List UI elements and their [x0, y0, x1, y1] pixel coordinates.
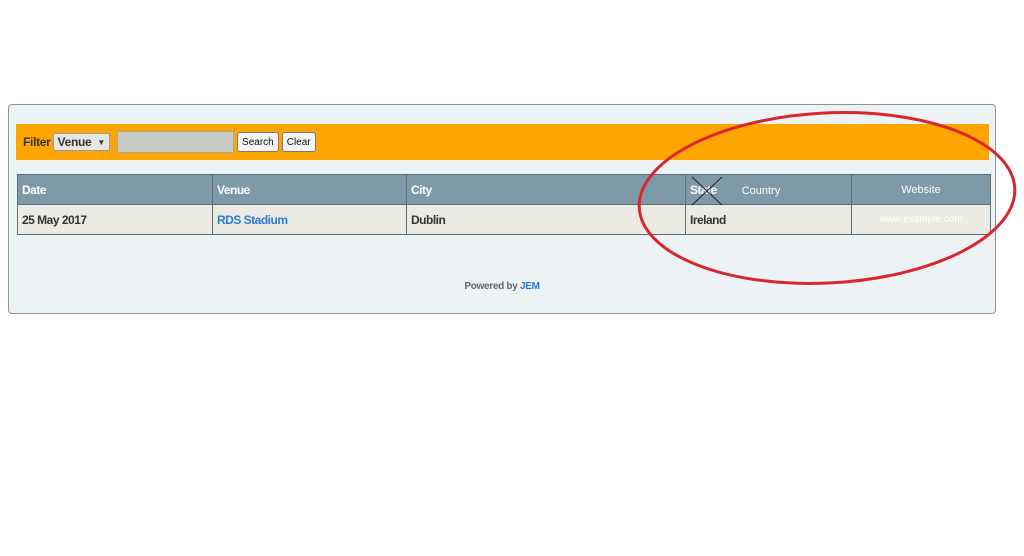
events-panel: Filter Venue ▼ Search Clear Date Venue C… [8, 104, 996, 314]
powered-by-text: Powered by [464, 281, 518, 292]
column-header-venue[interactable]: Venue [212, 174, 407, 205]
events-table: Date Venue City State Country Website 25… [17, 174, 991, 235]
filter-type-select-value: Venue [57, 135, 92, 149]
cell-website: www.example.com [851, 204, 991, 235]
filter-search-input[interactable] [117, 131, 235, 153]
cell-venue: RDS Stadium [212, 204, 407, 235]
column-header-date[interactable]: Date [17, 174, 213, 205]
state-header-wrap: State [690, 176, 723, 205]
country-annotation-label: Country [741, 184, 781, 197]
column-header-state[interactable]: State Country [685, 174, 852, 205]
venue-link[interactable]: RDS Stadium [217, 213, 288, 227]
filter-type-select[interactable]: Venue ▼ [52, 133, 111, 151]
column-header-website: Website [851, 174, 991, 205]
jem-link[interactable]: JEM [520, 281, 540, 292]
filter-bar: Filter Venue ▼ Search Clear [16, 124, 989, 160]
filter-label: Filter [23, 135, 51, 149]
search-button[interactable]: Search [237, 132, 279, 152]
cell-date: 25 May 2017 [17, 204, 213, 235]
cell-city: Dublin [406, 204, 686, 235]
table-row: 25 May 2017 RDS Stadium Dublin Ireland w… [17, 204, 991, 235]
cross-out-mark [691, 176, 723, 205]
powered-by-footer: Powered by JEM [9, 281, 995, 292]
table-header-row: Date Venue City State Country Website [17, 174, 991, 205]
cell-state: Ireland [685, 204, 852, 235]
clear-button[interactable]: Clear [281, 132, 316, 152]
column-header-city[interactable]: City [406, 174, 686, 205]
caret-down-icon: ▼ [97, 137, 106, 147]
